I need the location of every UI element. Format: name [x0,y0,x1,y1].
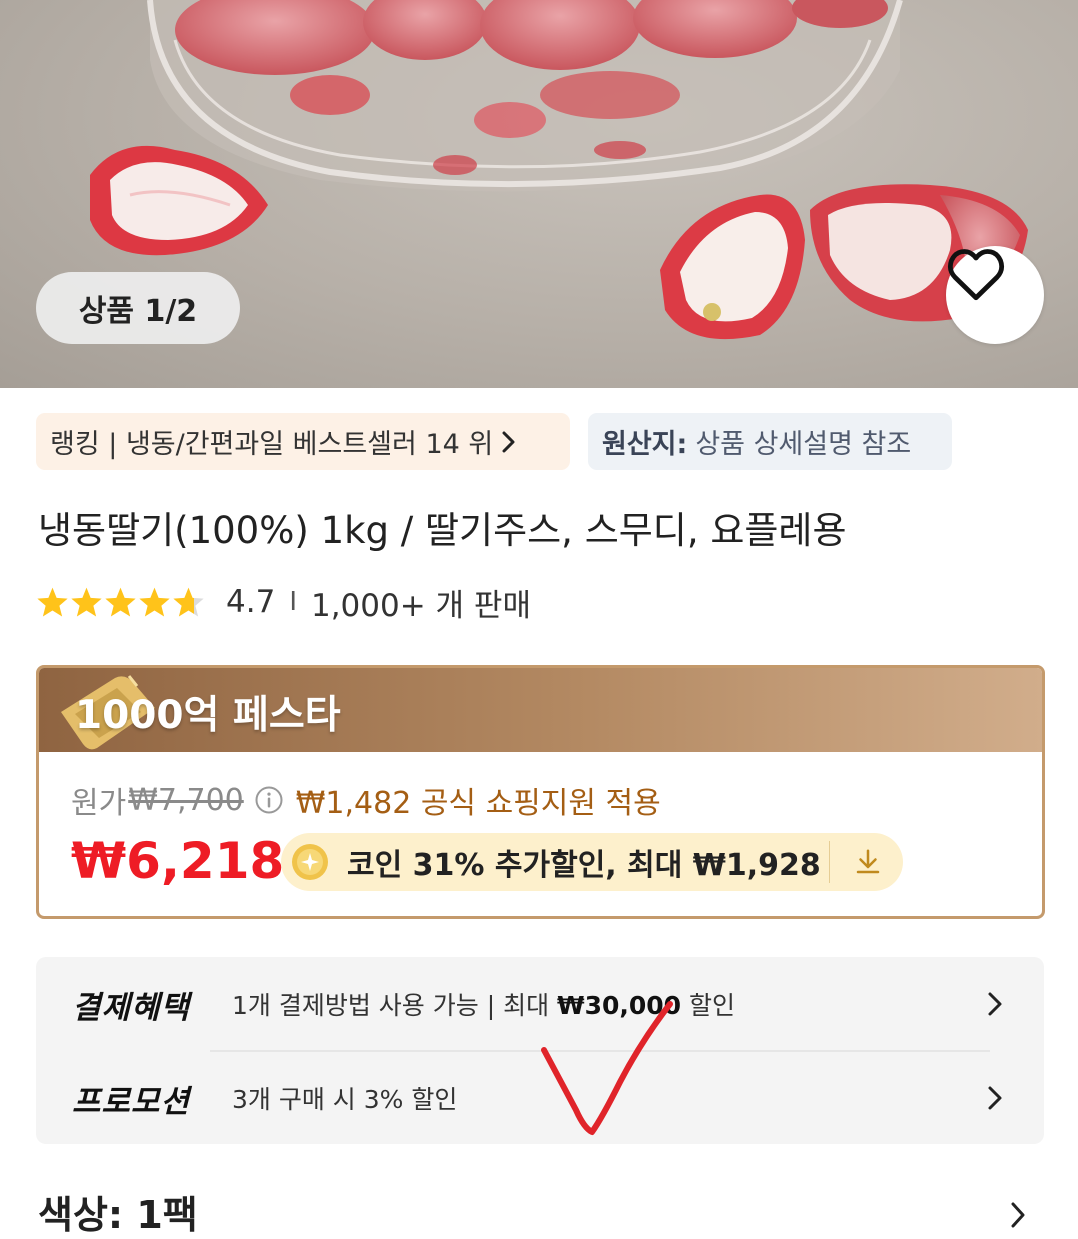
sale-price: ₩6,218 [71,832,285,890]
chevron-right-icon [502,431,515,452]
festa-banner: 1000억 페스타 [39,668,1042,752]
payment-max-amount: ₩30,000 [557,991,682,1020]
coin-discount-text: 코인 31% 추가할인, 최대 ₩1,928 [347,848,821,883]
origin-value: 상품 상세설명 참조 [695,429,912,460]
promotion-label: 프로모션 [72,1083,191,1120]
coin-discount-button[interactable]: 코인 31% 추가할인, 최대 ₩1,928 [281,833,903,891]
chevron-right-icon[interactable] [1009,1200,1027,1230]
ranking-text: 랭킹 | 냉동/간편과일 베스트셀러 14 위 [50,429,494,460]
shopping-support-text: ₩1,482 공식 쇼핑지원 적용 [295,786,661,821]
origin-badge: 원산지: 상품 상세설명 참조 [588,413,952,470]
color-option-label[interactable]: 색상: 1팩 [38,1184,198,1239]
rating-value: 4.7 [226,584,276,620]
payment-benefit-label: 결제혜택 [72,989,191,1026]
star-half-icon [173,587,204,617]
price-card: 1000억 페스타 원가 ₩7,700 ₩1,482 공식 쇼핑지원 적용 ₩6… [36,665,1045,919]
payment-benefit-row[interactable]: 결제혜택 1개 결제방법 사용 가능 | 최대 ₩30,000 할인 [72,959,1004,1049]
chevron-right-icon [988,992,1002,1016]
download-icon [856,849,880,874]
original-price-label: 원가 [71,786,127,821]
promotion-row[interactable]: 프로모션 3개 구매 시 3% 할인 [72,1053,1004,1143]
rating-summary[interactable]: 4.7 I 1,000+ 개 판매 [36,580,531,624]
ranking-badge[interactable]: 랭킹 | 냉동/간편과일 베스트셀러 14 위 [36,413,570,470]
promotion-desc: 3개 구매 시 3% 할인 [232,1085,458,1114]
chevron-right-icon [988,1086,1002,1110]
info-circle-icon [255,786,283,814]
sold-count: 1,000+ 개 판매 [310,587,531,624]
star-rating [36,586,206,618]
original-price-row: 원가 ₩7,700 ₩1,482 공식 쇼핑지원 적용 [71,778,661,822]
download-coupon-button[interactable] [853,847,883,877]
original-price: ₩7,700 [128,782,244,818]
festa-title: 1000억 페스타 [75,693,341,738]
star-icon [139,587,170,617]
payment-benefit-desc: 1개 결제방법 사용 가능 | 최대 ₩30,000 할인 [232,991,736,1020]
product-title: 냉동딸기(100%) 1kg / 딸기주스, 스무디, 요플레용 [38,509,847,552]
star-icon [37,587,68,617]
heart-outline-icon [947,249,1005,301]
coin-icon [291,843,329,881]
coin-divider [829,841,830,883]
image-counter-badge: 상품 1/2 [36,272,240,344]
separator: I [289,587,297,617]
origin-label: 원산지: [602,429,688,460]
info-icon[interactable] [254,785,284,815]
product-image-gallery[interactable]: 상품 1/2 [0,0,1078,388]
wishlist-button[interactable] [946,246,1044,344]
star-icon [71,587,102,617]
benefits-card: 결제혜택 1개 결제방법 사용 가능 | 최대 ₩30,000 할인 프로모션 … [36,957,1044,1144]
star-icon [105,587,136,617]
benefit-divider [210,1050,990,1052]
